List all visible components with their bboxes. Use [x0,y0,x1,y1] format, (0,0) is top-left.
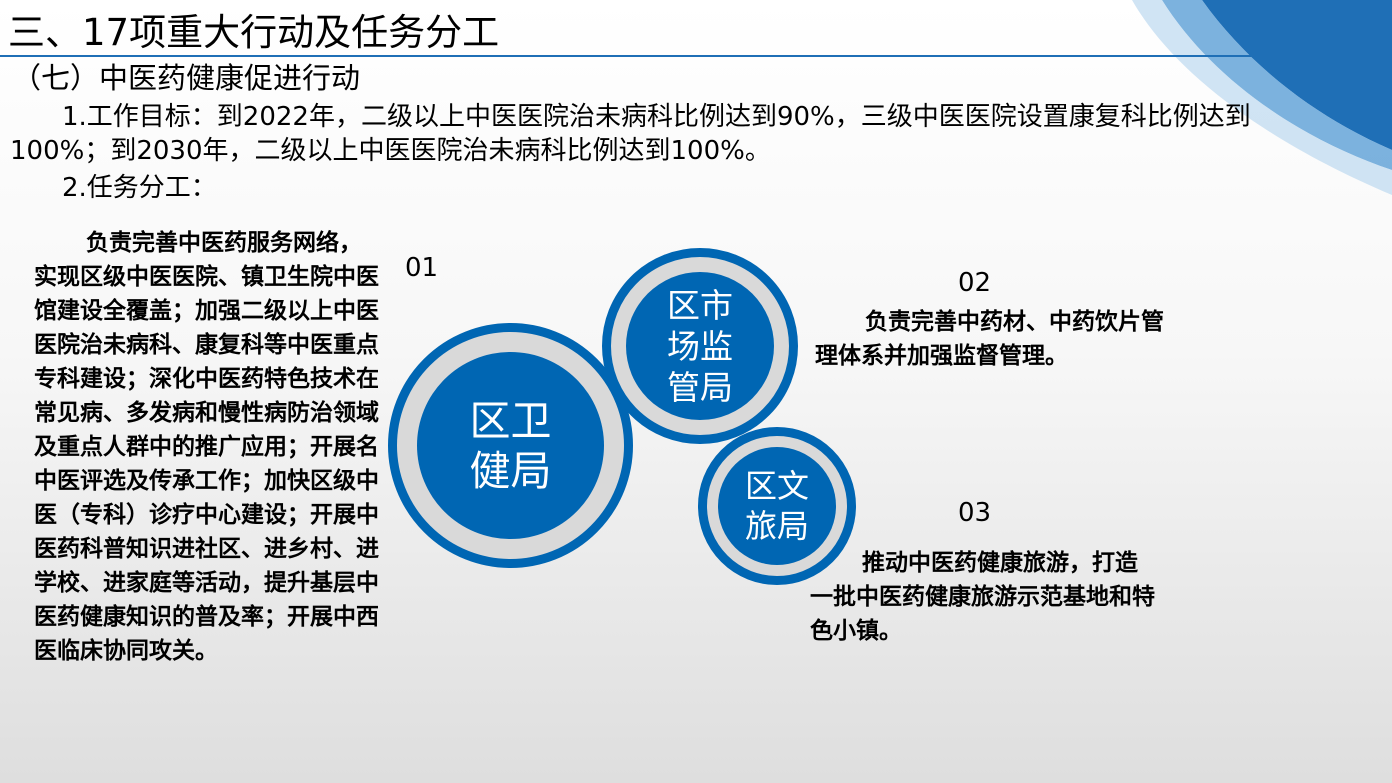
task-02-description: 负责完善中药材、中药饮片管理体系并加强监督管理。 [815,309,1164,369]
task-03-number: 03 [958,498,992,528]
task-02-agency-label: 区市 场监 管局 [667,285,733,407]
task-01-agency-label: 区卫 健局 [469,396,552,495]
section-subtitle: （七）中医药健康促进行动 [12,61,361,95]
task-03-description: 推动中医药健康旅游，打造一批中医药健康旅游示范基地和特色小镇。 [810,550,1155,644]
task-02-agency-circle: 区市 场监 管局 [626,272,774,420]
work-goal-text: 1.工作目标：到2022年，二级以上中医医院治未病科比例达到90%，三级中医医院… [10,102,1251,166]
task-01-agency-circle: 区卫 健局 [417,352,604,539]
task-03-agency-label: 区文 旅局 [744,467,809,545]
task-02-number: 02 [958,268,992,298]
task-division-label: 2.任务分工： [62,173,217,203]
task-01-number: 01 [405,253,439,283]
task-01-description: 负责完善中医药服务网络，实现区级中医医院、镇卫生院中医馆建设全覆盖；加强二级以上… [34,230,379,664]
page-title: 三、17项重大行动及任务分工 [8,11,500,54]
